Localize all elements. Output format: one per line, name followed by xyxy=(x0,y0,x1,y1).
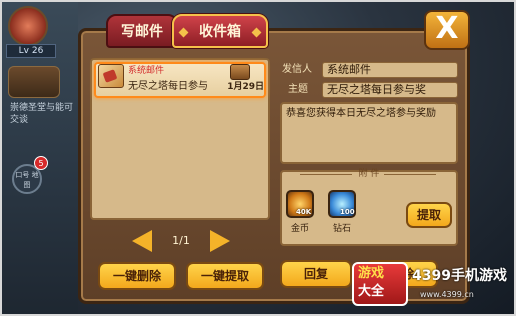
player-level: Lv 26 xyxy=(6,44,56,58)
page-indicator: 1/1 xyxy=(172,234,190,247)
tab-write-mail[interactable]: 写邮件 xyxy=(106,14,178,48)
reply-button[interactable]: 回复 xyxy=(280,260,352,288)
mail-body-text: 恭喜您获得本日无尽之塔参与奖励 xyxy=(286,108,436,119)
close-button[interactable]: X xyxy=(424,10,470,50)
gold-count: 40K xyxy=(296,208,312,216)
diamond-ornament-icon xyxy=(251,27,262,38)
notification-badge: 5 xyxy=(34,156,48,170)
claim-button[interactable]: 提取 xyxy=(406,202,452,228)
diamond-ornament-icon xyxy=(178,27,189,38)
subject-label: 主题 xyxy=(288,84,308,95)
player-avatar[interactable] xyxy=(8,6,48,46)
mail-subject: 无尽之塔每日参与 xyxy=(128,81,208,92)
prev-page-button[interactable] xyxy=(132,230,152,252)
watermark-line2: 大全 xyxy=(358,284,385,299)
attachment-bag-icon xyxy=(230,64,250,80)
diamond-name: 钻石 xyxy=(332,224,351,234)
scroll-quest-icon[interactable] xyxy=(8,66,60,98)
divider xyxy=(384,174,436,175)
sender-label: 发信人 xyxy=(282,64,312,75)
mail-sender: 系统邮件 xyxy=(128,66,165,76)
tab-inbox[interactable]: 收件箱 xyxy=(172,14,268,48)
watermark-logo: 游戏 大全 xyxy=(352,262,408,306)
delete-all-button[interactable]: 一键删除 xyxy=(98,262,176,290)
next-page-button[interactable] xyxy=(210,230,230,252)
diamond-count: 100 xyxy=(340,208,355,216)
sender-field: 系统邮件 xyxy=(322,62,458,78)
quest-tracker-text[interactable]: 崇德圣堂与能可交谈 xyxy=(10,102,76,126)
letter-icon xyxy=(98,64,124,88)
tab-inbox-label: 收件箱 xyxy=(199,24,241,40)
gold-name: 金币 xyxy=(290,224,309,234)
watermark-site-url: www.4399.cn xyxy=(420,290,474,299)
mail-date: 1月29日 xyxy=(227,82,264,92)
watermark-line1: 游戏 xyxy=(358,266,385,281)
claim-all-button[interactable]: 一键提取 xyxy=(186,262,264,290)
subject-field: 无尽之塔每日参与奖 xyxy=(322,82,458,98)
watermark-site-name: 4399手机游戏 xyxy=(412,268,507,284)
